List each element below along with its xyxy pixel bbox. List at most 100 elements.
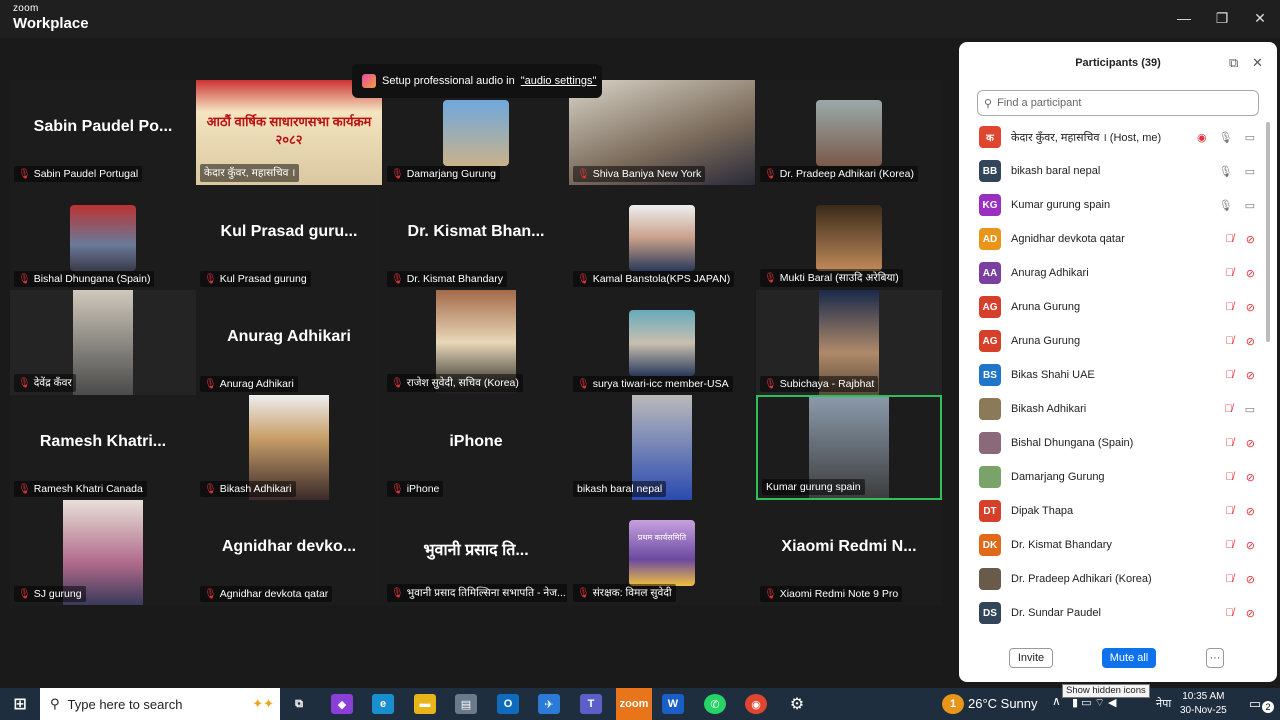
video-tile[interactable]: Sabin Paudel Po... 🎙 Sabin Paudel Portugal xyxy=(10,80,196,185)
video-off-icon[interactable]: ⊘ xyxy=(1246,369,1255,382)
chrome-icon[interactable]: ◉ xyxy=(745,694,767,714)
video-tile[interactable]: 🎙 Kamal Banstola(KPS JAPAN) xyxy=(569,185,755,290)
video-off-icon[interactable]: ⊘ xyxy=(1246,471,1255,484)
settings-gear-icon[interactable]: ⚙ xyxy=(786,694,808,714)
video-off-icon[interactable]: ⊘ xyxy=(1246,607,1255,620)
teams-icon[interactable]: T xyxy=(580,694,602,714)
video-tile[interactable]: 🎙 Dr. Pradeep Adhikari (Korea) xyxy=(756,80,942,185)
participant-row[interactable]: DS Dr. Sundar Paudel 🎙̸ ⊘ xyxy=(977,596,1263,630)
audio-settings-link[interactable]: "audio settings" xyxy=(521,75,597,87)
participant-row[interactable]: DK Dr. Kismat Bhandary 🎙̸ ⊘ xyxy=(977,528,1263,562)
windows-start-icon[interactable]: ⊞ xyxy=(9,694,31,714)
mic-icon[interactable]: 🎙 xyxy=(1219,199,1233,212)
tray-icons[interactable]: ▮ ▭ ⌔ ◀ xyxy=(1072,696,1116,710)
maximize-button[interactable]: ❐ xyxy=(1210,8,1234,28)
video-tile[interactable]: Xiaomi Redmi N... 🎙 Xiaomi Redmi Note 9 Pr… xyxy=(756,500,942,605)
participant-row[interactable]: Dr. Pradeep Adhikari (Korea) 🎙̸ ⊘ xyxy=(977,562,1263,596)
muted-mic-icon[interactable]: 🎙̸ xyxy=(1226,233,1234,246)
word-icon[interactable]: W xyxy=(662,694,684,714)
video-tile[interactable]: Ramesh Khatri... 🎙 Ramesh Khatri Canada xyxy=(10,395,196,500)
video-tile[interactable]: iPhone 🎙 iPhone xyxy=(383,395,569,500)
muted-mic-icon[interactable]: 🎙̸ xyxy=(1226,437,1234,450)
video-off-icon[interactable]: ⊘ xyxy=(1246,267,1255,280)
muted-mic-icon[interactable]: 🎙̸ xyxy=(1226,607,1234,620)
edge-icon[interactable]: e xyxy=(372,694,394,714)
language-indicator[interactable]: नेपा xyxy=(1156,696,1171,711)
outlook-icon[interactable]: O xyxy=(497,694,519,714)
video-off-icon[interactable]: ⊘ xyxy=(1246,437,1255,450)
video-icon[interactable]: ▭ xyxy=(1245,131,1255,144)
video-tile[interactable]: 🎙 Subichaya - Rajbhat xyxy=(756,290,942,395)
video-off-icon[interactable]: ⊘ xyxy=(1246,505,1255,518)
participant-row[interactable]: Damarjang Gurung 🎙̸ ⊘ xyxy=(977,460,1263,494)
muted-mic-icon[interactable]: 🎙̸ xyxy=(1226,369,1234,382)
video-tile[interactable]: Kul Prasad guru... 🎙 Kul Prasad gurung xyxy=(196,185,382,290)
video-off-icon[interactable]: ⊘ xyxy=(1246,233,1255,246)
participant-row[interactable]: AG Aruna Gurung 🎙̸ ⊘ xyxy=(977,324,1263,358)
video-off-icon[interactable]: ⊘ xyxy=(1246,301,1255,314)
video-off-icon[interactable]: ⊘ xyxy=(1246,335,1255,348)
muted-mic-icon[interactable]: 🎙̸ xyxy=(1226,335,1234,348)
tile-name-label: 🎙 Sabin Paudel Portugal xyxy=(14,166,143,182)
zoom-taskbar-icon[interactable]: zoom xyxy=(616,688,652,720)
participant-row[interactable]: AD Agnidhar devkota qatar 🎙̸ ⊘ xyxy=(977,222,1263,256)
muted-mic-icon[interactable]: 🎙̸ xyxy=(1226,301,1234,314)
whatsapp-icon[interactable]: ✆ xyxy=(704,694,726,714)
participant-row[interactable]: Bishal Dhungana (Spain) 🎙̸ ⊘ xyxy=(977,426,1263,460)
video-icon[interactable]: ▭ xyxy=(1245,165,1255,178)
video-tile[interactable]: Kumar gurung spain xyxy=(756,395,942,500)
participant-row[interactable]: KG Kumar gurung spain 🎙 ▭ xyxy=(977,188,1263,222)
video-tile[interactable]: भुवानी प्रसाद ति... 🎙 भुवानी प्रसाद तिमिल्… xyxy=(383,500,569,605)
participant-row[interactable]: AG Aruna Gurung 🎙̸ ⊘ xyxy=(977,290,1263,324)
muted-mic-icon[interactable]: 🎙̸ xyxy=(1226,539,1234,552)
participant-row[interactable]: AA Anurag Adhikari 🎙̸ ⊘ xyxy=(977,256,1263,290)
mic-icon[interactable]: 🎙 xyxy=(1219,165,1233,178)
taskbar-clock[interactable]: 10:35 AM 30-Nov-25 xyxy=(1180,690,1227,718)
app-window-icon[interactable]: ▤ xyxy=(455,694,477,714)
video-tile[interactable]: 🎙 Bikash Adhikari xyxy=(196,395,382,500)
minimize-button[interactable]: — xyxy=(1172,8,1196,28)
mute-all-button[interactable]: Mute all xyxy=(1102,648,1156,668)
muted-mic-icon[interactable]: 🎙̸ xyxy=(1226,505,1234,518)
video-icon[interactable]: ▭ xyxy=(1245,199,1255,212)
video-tile[interactable]: 🎙 Mukti Baral (साउदि अरेबिया) xyxy=(756,185,942,290)
mic-icon[interactable]: 🎙 xyxy=(1219,131,1233,144)
weather-text[interactable]: 26°C Sunny xyxy=(968,696,1038,711)
participant-search-input[interactable]: ⚲ Find a participant xyxy=(977,90,1259,116)
more-options-button[interactable]: ··· xyxy=(1206,648,1224,668)
video-tile[interactable]: bikash baral nepal xyxy=(569,395,755,500)
participant-row[interactable]: BB bikash baral nepal 🎙 ▭ xyxy=(977,154,1263,188)
muted-mic-icon[interactable]: 🎙̸ xyxy=(1226,471,1234,484)
muted-mic-icon[interactable]: 🎙̸ xyxy=(1226,573,1234,586)
participant-list-scrollbar[interactable] xyxy=(1266,122,1270,342)
video-tile[interactable]: Anurag Adhikari 🎙 Anurag Adhikari xyxy=(196,290,382,395)
video-tile[interactable]: 🎙 SJ gurung xyxy=(10,500,196,605)
participant-row[interactable]: BS Bikas Shahi UAE 🎙̸ ⊘ xyxy=(977,358,1263,392)
video-tile[interactable]: 🎙 Bishal Dhungana (Spain) xyxy=(10,185,196,290)
weather-icon[interactable]: 1 xyxy=(942,694,964,714)
participant-row[interactable]: DT Dipak Thapa 🎙̸ ⊘ xyxy=(977,494,1263,528)
muted-mic-icon[interactable]: 🎙̸ xyxy=(1226,267,1234,280)
taskbar-search-input[interactable]: ⚲ Type here to search ✦✦ xyxy=(40,688,280,720)
video-tile[interactable]: प्रथम कार्यसमिति 🎙 संरक्षक: विमल सुवेदी xyxy=(569,500,755,605)
video-icon[interactable]: ▭ xyxy=(1245,403,1255,416)
video-tile[interactable]: 🎙 surya tiwari-icc member-USA xyxy=(569,290,755,395)
copilot-icon[interactable]: ◆ xyxy=(331,694,353,714)
video-tile[interactable]: Dr. Kismat Bhan... 🎙 Dr. Kismat Bhandary xyxy=(383,185,569,290)
video-tile[interactable]: Agnidhar devko... 🎙 Agnidhar devkota qatar xyxy=(196,500,382,605)
file-explorer-icon[interactable]: ▬ xyxy=(414,694,436,714)
show-hidden-icons-chevron-icon[interactable]: ∧ xyxy=(1052,694,1061,708)
compass-app-icon[interactable]: ✈ xyxy=(538,694,560,714)
invite-button[interactable]: Invite xyxy=(1009,648,1053,668)
task-view-icon[interactable]: ⧉ xyxy=(288,694,310,714)
muted-mic-icon[interactable]: 🎙̸ xyxy=(1224,403,1232,416)
video-off-icon[interactable]: ⊘ xyxy=(1246,573,1255,586)
close-window-button[interactable]: ✕ xyxy=(1248,8,1272,28)
video-off-icon[interactable]: ⊘ xyxy=(1246,539,1255,552)
video-tile[interactable]: 🎙 राजेश सुवेदी, सचिव (Korea) xyxy=(383,290,569,395)
video-tile[interactable]: 🎙 देवेंद्र कँवर xyxy=(10,290,196,395)
popout-icon[interactable]: ⧉ xyxy=(1229,55,1238,71)
close-panel-icon[interactable]: ✕ xyxy=(1252,55,1263,71)
participant-row[interactable]: Bikash Adhikari 🎙̸ ▭ xyxy=(977,392,1263,426)
participant-row[interactable]: क केदार कुँवर, महासचिव । (Host, me) ◉ 🎙 ▭ xyxy=(977,120,1263,154)
